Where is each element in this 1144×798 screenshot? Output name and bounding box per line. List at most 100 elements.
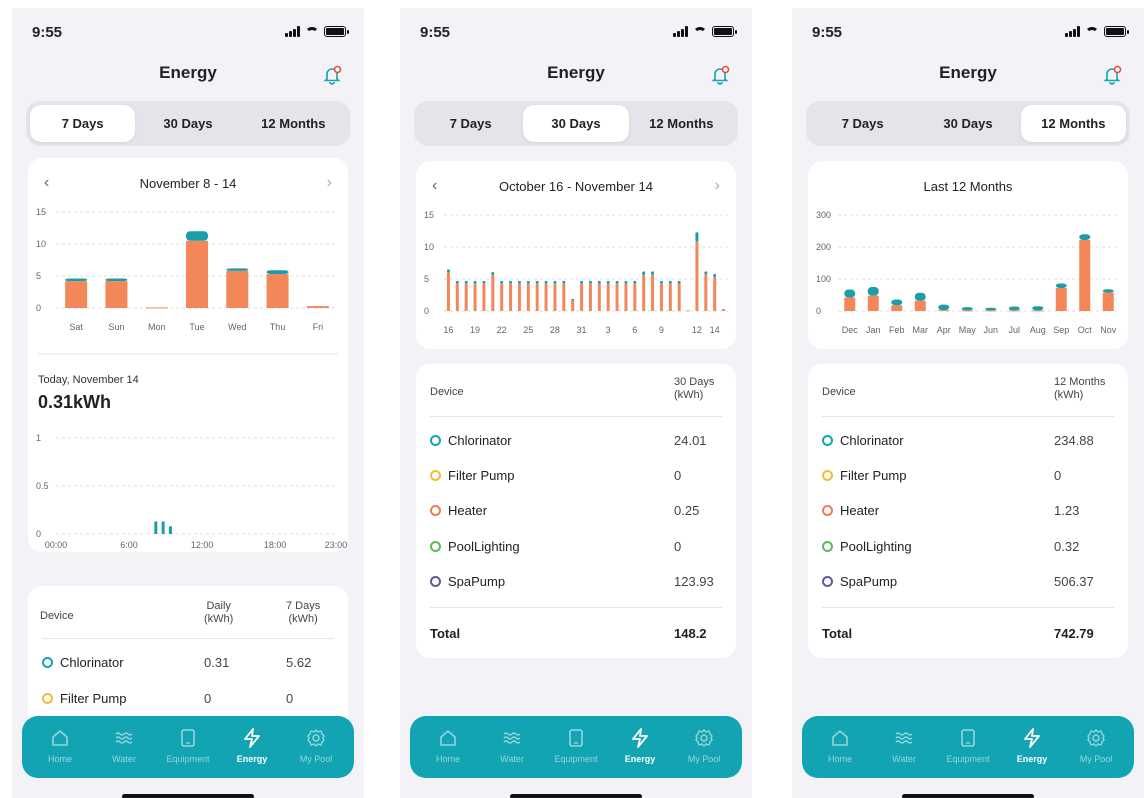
bar-cap: [1079, 234, 1091, 240]
period-segmented-control: 7 Days 30 Days 12 Months: [26, 101, 350, 146]
bar: [186, 240, 208, 308]
tab-home[interactable]: Home: [808, 720, 872, 778]
tab-energy[interactable]: Energy: [220, 720, 284, 778]
bar: [597, 283, 601, 311]
bar-cap: [464, 280, 468, 284]
y-tick-label: 5: [36, 271, 41, 281]
column-daily: Daily (kWh): [204, 600, 234, 625]
tab-12-months[interactable]: 12 Months: [241, 105, 346, 142]
tab-water[interactable]: Water: [92, 720, 156, 778]
signal-icon: [673, 26, 688, 37]
bar: [446, 272, 450, 311]
bar-cap: [544, 280, 548, 284]
table-row[interactable]: Filter Pump 0: [416, 465, 736, 487]
tab-7-days[interactable]: 7 Days: [418, 105, 523, 142]
tab-home[interactable]: Home: [416, 720, 480, 778]
x-tick-label: 6: [632, 325, 637, 335]
bar-cap: [65, 278, 88, 282]
x-tick-label: 9: [659, 325, 664, 335]
twelve-month-energy-chart: 0 100 200 300 Dec Jan Feb Mar Apr May Jun Jul Aug Sep…: [816, 210, 1120, 335]
y-tick-label: 1: [36, 433, 41, 443]
x-tick-label: Wed: [228, 322, 246, 332]
tab-12-months[interactable]: 12 Months: [629, 105, 734, 142]
tab-water[interactable]: Water: [480, 720, 544, 778]
tab-energy[interactable]: Energy: [608, 720, 672, 778]
tab-30-days[interactable]: 30 Days: [135, 105, 240, 142]
table-row[interactable]: PoolLighting 0: [416, 536, 736, 558]
tab-water[interactable]: Water: [872, 720, 936, 778]
status-bar: 9:55: [32, 24, 349, 44]
tab-30-days[interactable]: 30 Days: [915, 105, 1020, 142]
bar-cap: [1008, 306, 1020, 311]
spa-pump-dot-icon: [430, 576, 441, 587]
column-device: Device: [430, 386, 464, 398]
y-tick-label: 0: [36, 529, 41, 539]
energy-icon: [244, 728, 260, 748]
tab-equipment[interactable]: Equipment: [936, 720, 1000, 778]
bar: [544, 283, 548, 311]
x-tick-label: Feb: [889, 325, 905, 335]
bar: [1079, 239, 1091, 311]
y-tick-label: 15: [36, 207, 46, 217]
tab-equipment[interactable]: Equipment: [156, 720, 220, 778]
tab-home[interactable]: Home: [28, 720, 92, 778]
water-icon: [115, 732, 133, 744]
bar-cap: [1102, 289, 1114, 293]
table-row[interactable]: Chlorinator 24.01: [416, 430, 736, 452]
x-tick-label: Sun: [108, 322, 124, 332]
settings-icon: [1087, 729, 1105, 747]
bar: [491, 275, 495, 311]
bar-cap: [624, 280, 628, 284]
table-row[interactable]: Chlorinator 234.88: [808, 430, 1128, 452]
notification-bell-icon[interactable]: [1102, 65, 1122, 85]
table-row[interactable]: Filter Pump 0 0: [28, 688, 348, 710]
bar-cap: [500, 280, 504, 284]
table-row[interactable]: Heater 1.23: [808, 500, 1128, 522]
tab-my-pool[interactable]: My Pool: [284, 720, 348, 778]
bar: [580, 283, 584, 311]
period-segmented-control: 7 Days 30 Days 12 Months: [806, 101, 1130, 146]
bar-cap: [867, 287, 879, 296]
bar-cap: [517, 280, 521, 284]
water-icon: [895, 732, 913, 744]
x-tick-label: Thu: [270, 322, 286, 332]
tab-12-months[interactable]: 12 Months: [1020, 105, 1126, 142]
x-tick-label: Sep: [1053, 325, 1069, 335]
tab-7-days[interactable]: 7 Days: [810, 105, 915, 142]
bar: [266, 274, 289, 308]
bar-cap: [553, 280, 557, 284]
status-icons: [285, 26, 349, 37]
battery-icon: [712, 26, 737, 37]
notification-bell-icon[interactable]: [710, 65, 730, 85]
table-row[interactable]: SpaPump 123.93: [416, 571, 736, 593]
bar: [455, 283, 459, 311]
bar-cap: [226, 268, 249, 271]
tab-label: Water: [500, 754, 524, 764]
tab-energy[interactable]: Energy: [1000, 720, 1064, 778]
tab-30-days[interactable]: 30 Days: [523, 105, 629, 142]
wifi-icon: [693, 26, 707, 37]
tab-equipment[interactable]: Equipment: [544, 720, 608, 778]
table-row[interactable]: Heater 0.25: [416, 500, 736, 522]
x-tick-label: 00:00: [45, 540, 68, 550]
bar: [517, 283, 521, 311]
bar: [624, 283, 628, 311]
tab-my-pool[interactable]: My Pool: [672, 720, 736, 778]
thirty-day-energy-chart: 0 5 10 15 16 19 22 25 28 31 3 6 9 12 14: [424, 210, 728, 335]
tab-label: Energy: [236, 754, 268, 764]
table-row[interactable]: SpaPump 506.37: [808, 571, 1128, 593]
table-row[interactable]: PoolLighting 0.32: [808, 536, 1128, 558]
bar: [464, 283, 468, 311]
table-row[interactable]: Chlorinator 0.31 5.62: [28, 652, 348, 674]
bar: [105, 281, 128, 308]
daily-total-value: 0.31kWh: [38, 392, 112, 412]
bar-cap: [535, 280, 539, 284]
column-12-months: 12 Months (kWh): [1054, 376, 1106, 401]
notification-bell-icon[interactable]: [322, 65, 342, 85]
tab-my-pool[interactable]: My Pool: [1064, 720, 1128, 778]
total-value: 148.2: [674, 626, 707, 641]
bar: [642, 275, 646, 311]
tab-7-days[interactable]: 7 Days: [30, 105, 136, 142]
equipment-icon: [961, 729, 975, 747]
table-row[interactable]: Filter Pump 0: [808, 465, 1128, 487]
